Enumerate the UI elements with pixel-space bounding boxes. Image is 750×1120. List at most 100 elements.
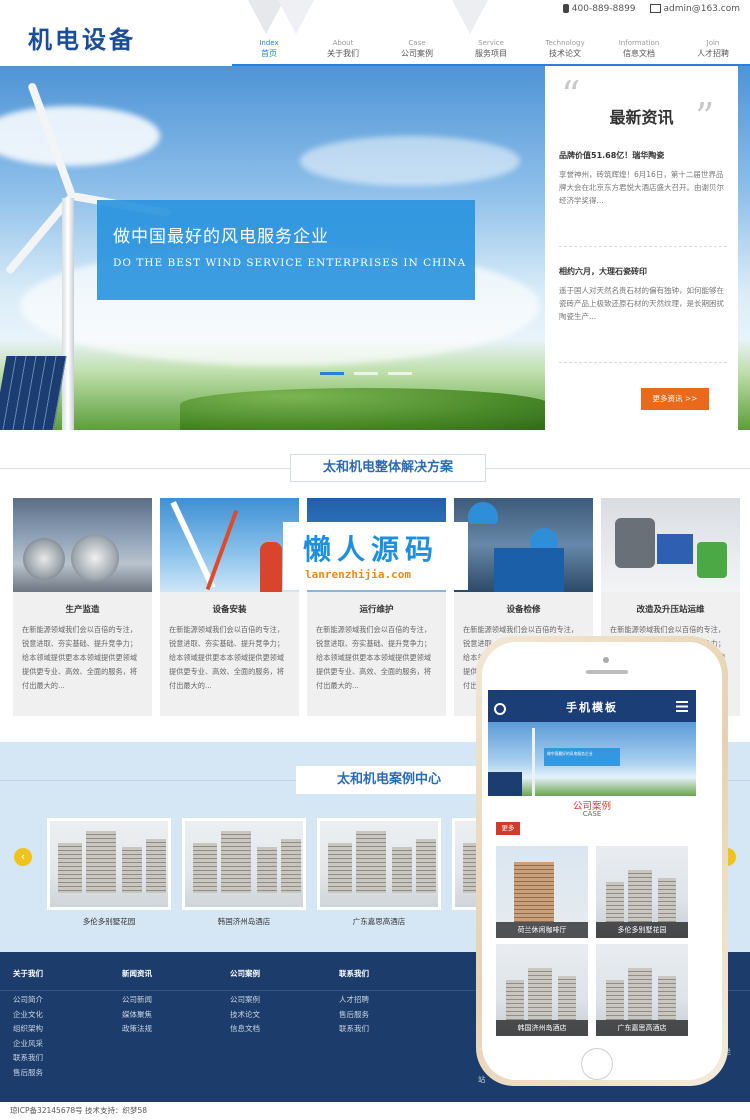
building-shape [506, 980, 524, 1020]
camera-icon [603, 657, 609, 663]
slider-dot[interactable] [320, 372, 344, 375]
mobile-case-card[interactable]: 韩国济州岛酒店 [496, 944, 588, 1036]
nav-en-label: Technology [545, 39, 585, 47]
nav-item-about[interactable]: About 关于我们 [306, 38, 380, 66]
nav-en-label: Case [408, 39, 426, 47]
mobile-case-grid: 荷兰休闲咖啡厅 多伦多别墅花园 韩国济州岛酒店 广东嘉思高酒店 [496, 846, 688, 1036]
solar-panel [0, 356, 67, 430]
news-title[interactable]: 相约六月，大理石瓷砖印 [559, 266, 727, 278]
main-nav: Index 首页 About 关于我们 Case 公司案例 Service 服务项目 T… [232, 38, 750, 66]
case-card[interactable]: 广东嘉思高酒店 [317, 818, 441, 927]
gear-shape [615, 518, 655, 568]
cases-title: 太和机电案例中心 [296, 766, 482, 794]
generator-shape [71, 534, 119, 582]
mobile-case-caption: 多伦多别墅花园 [596, 922, 688, 938]
news-item[interactable]: 相约六月，大理石瓷砖印 遥于国人对天然名贵石材的偏有独钟，如何能够在瓷砖产品上极… [559, 266, 727, 323]
footer-heading: 联系我们 [339, 969, 369, 978]
generator-shape [23, 538, 65, 580]
mobile-header: 手机模板 [488, 690, 696, 722]
mobile-case-card[interactable]: 广东嘉思高酒店 [596, 944, 688, 1036]
hero-slider: 做中国最好的风电服务企业 DO THE BEST WIND SERVICE EN… [0, 66, 750, 430]
footer-link[interactable]: 联系我们 [13, 1051, 113, 1066]
building-shape [146, 839, 166, 893]
solution-name: 运行维护 [359, 605, 394, 615]
latest-news-panel: “ ” 最新资讯 品牌价值51.68亿！瑞华陶瓷 享誉神州，砖筑辉煌！6月16日… [545, 66, 738, 430]
footer-link[interactable]: 媒体聚焦 [122, 1008, 222, 1023]
phone-number: 400-889-8899 [571, 4, 636, 14]
footer-link[interactable]: 公司新闻 [122, 993, 222, 1008]
nav-cn-label: 服务项目 [475, 49, 507, 58]
copyright-text: 琼ICP备32145678号 技术支持：织梦58 [0, 1102, 750, 1120]
mobile-case-card[interactable]: 荷兰休闲咖啡厅 [496, 846, 588, 938]
helmet-shape [468, 502, 498, 524]
uniform-shape [494, 548, 564, 592]
case-name[interactable]: 韩国济州岛酒店 [182, 916, 306, 927]
home-button[interactable] [581, 1048, 613, 1080]
building-shape [514, 862, 554, 922]
mobile-banner: 做中国最好的风电服务企业 [544, 748, 620, 766]
footer-link[interactable]: 企业风采 [13, 1037, 113, 1052]
menu-icon[interactable] [676, 701, 688, 712]
footer-col-cases: 公司案例 公司案例 技术论文 信息文档 [230, 968, 330, 1037]
mobile-hero: 做中国最好的风电服务企业 [488, 722, 696, 796]
footer-heading: 公司案例 [230, 969, 260, 978]
email-address[interactable]: admin@163.com [664, 4, 740, 14]
email-contact[interactable]: admin@163.com [649, 4, 740, 14]
footer-link[interactable]: 联系我们 [339, 1022, 439, 1037]
nav-item-case[interactable]: Case 公司案例 [380, 38, 454, 66]
retrofit-image [601, 498, 740, 592]
news-desc: 享誉神州，砖筑辉煌！6月16日，第十二届世界品牌大会在北京东方君悦大酒店盛大召开… [559, 170, 724, 205]
case-name[interactable]: 广东嘉思高酒店 [317, 916, 441, 927]
building-shape [122, 847, 142, 893]
mobile-screen: 手机模板 做中国最好的风电服务企业 公司案例 CASE 更多 荷兰休闲咖啡厅 多… [488, 690, 696, 1038]
solution-desc: 在新能源领域我们会以百倍的专注，锐意进取、夯实基础、提升竞争力；给本领域提供更本… [22, 625, 138, 690]
mobile-case-caption: 荷兰休闲咖啡厅 [496, 922, 588, 938]
mobile-case-card[interactable]: 多伦多别墅花园 [596, 846, 688, 938]
solar-panel [488, 772, 522, 796]
solution-name: 生产监造 [65, 605, 100, 615]
solution-card[interactable]: 生产监造 在新能源领域我们会以百倍的专注，锐意进取、夯实基础、提升竞争力；给本领… [13, 498, 152, 716]
mobile-more-button[interactable]: 更多 [496, 822, 520, 835]
nav-item-index[interactable]: Index 首页 [232, 38, 306, 66]
news-item[interactable]: 品牌价值51.68亿！瑞华陶瓷 享誉神州，砖筑辉煌！6月16日，第十二届世界品牌… [559, 150, 727, 207]
motor-shape [697, 542, 727, 578]
footer-link[interactable]: 售后服务 [13, 1066, 113, 1081]
nav-item-service[interactable]: Service 服务项目 [454, 38, 528, 66]
nav-item-technology[interactable]: Technology 技术论文 [528, 38, 602, 66]
news-heading: 最新资讯 [609, 108, 674, 127]
building-shape [193, 843, 217, 893]
more-news-button[interactable]: 更多资讯 >> [641, 388, 709, 410]
footer-link[interactable]: 售后服务 [339, 1008, 439, 1023]
case-name[interactable]: 多伦多别墅花园 [47, 916, 171, 927]
solution-card[interactable]: 设备安装 在新能源领域我们会以百倍的专注，锐意进取、夯实基础、提升竞争力；给本领… [160, 498, 299, 716]
footer-link[interactable]: 政策法规 [122, 1022, 222, 1037]
solutions-title: 太和机电整体解决方案 [290, 454, 486, 482]
news-title[interactable]: 品牌价值51.68亿！瑞华陶瓷 [559, 150, 727, 162]
building-shape [606, 980, 624, 1020]
footer-link[interactable]: 企业文化 [13, 1008, 113, 1023]
case-prev-arrow[interactable]: ‹ [14, 848, 32, 866]
case-image [47, 818, 171, 910]
case-card[interactable]: 韩国济州岛酒店 [182, 818, 306, 927]
building-shape [416, 839, 436, 893]
building-shape [528, 968, 552, 1020]
nav-item-information[interactable]: Information 信息文档 [602, 38, 676, 66]
nav-en-label: About [332, 39, 354, 47]
nav-en-label: Join [706, 39, 720, 47]
site-logo[interactable]: 机电设备 [28, 20, 136, 55]
nav-item-join[interactable]: Join 人才招聘 [676, 38, 750, 66]
footer-link[interactable]: 技术论文 [230, 1008, 330, 1023]
footer-link[interactable]: 人才招聘 [339, 993, 439, 1008]
footer-link[interactable]: 公司案例 [230, 993, 330, 1008]
building-shape [328, 843, 352, 893]
footer-link[interactable]: 信息文档 [230, 1022, 330, 1037]
slider-dot[interactable] [388, 372, 412, 375]
solution-desc: 在新能源领域我们会以百倍的专注，锐意进取、夯实基础、提升竞争力；给本领域提供更本… [169, 625, 285, 690]
case-card[interactable]: 多伦多别墅花园 [47, 818, 171, 927]
cloud [0, 106, 160, 166]
watermark-cn: 懒人源码 [303, 533, 440, 566]
mail-icon [649, 4, 661, 13]
slider-dot[interactable] [354, 372, 378, 375]
footer-link[interactable]: 组织架构 [13, 1022, 113, 1037]
footer-link[interactable]: 公司简介 [13, 993, 113, 1008]
